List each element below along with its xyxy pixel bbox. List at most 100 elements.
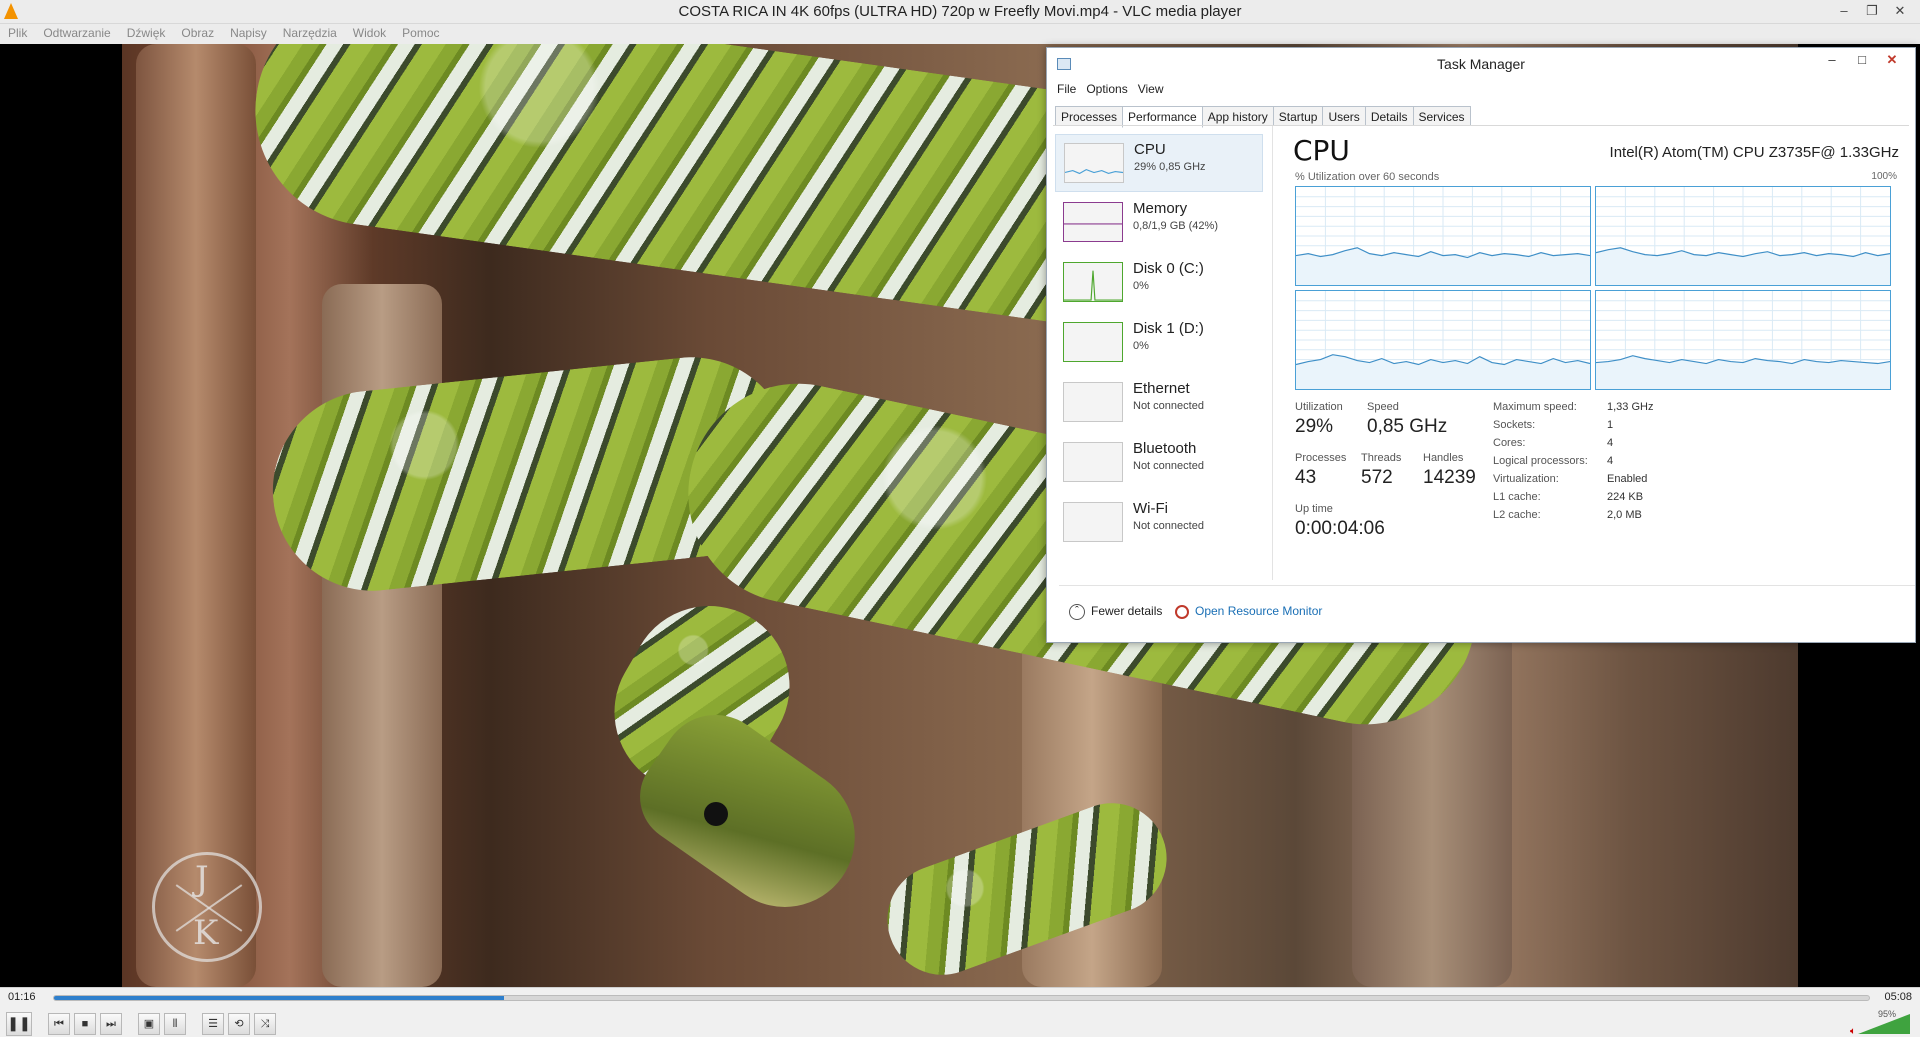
resource-name: Wi-Fi	[1133, 500, 1168, 517]
core-graph	[1595, 290, 1891, 390]
tm-maximize-icon[interactable]: □	[1849, 52, 1875, 72]
resource-name: Disk 1 (D:)	[1133, 320, 1204, 337]
resource-value: Not connected	[1133, 400, 1204, 412]
resource-disk-1[interactable]: Disk 1 (D:) 0%	[1055, 314, 1263, 372]
menu-widok[interactable]: Widok	[345, 24, 394, 40]
resource-ethernet[interactable]: Ethernet Not connected	[1055, 374, 1263, 432]
tab-processes[interactable]: Processes	[1055, 106, 1124, 126]
resource-bluetooth[interactable]: Bluetooth Not connected	[1055, 434, 1263, 492]
network-graph-icon	[1063, 502, 1123, 542]
core-graph	[1295, 186, 1591, 286]
resource-memory[interactable]: Memory 0,8/1,9 GB (42%)	[1055, 194, 1263, 252]
tab-services[interactable]: Services	[1412, 106, 1471, 126]
tm-title: Task Manager	[1437, 56, 1525, 72]
menu-pomoc[interactable]: Pomoc	[394, 24, 447, 40]
vlc-menubar: Plik Odtwarzanie Dźwięk Obraz Napisy Narzędzi…	[0, 24, 1920, 44]
menu-plik[interactable]: Plik	[0, 24, 35, 40]
tab-users[interactable]: Users	[1322, 106, 1366, 126]
network-graph-icon	[1063, 442, 1123, 482]
tab-startup[interactable]: Startup	[1272, 106, 1324, 126]
spec-l2-cache: L2 cache: 2,0 MB	[1493, 509, 1642, 521]
resource-name: CPU	[1134, 141, 1166, 158]
tm-menubar: File Options View	[1057, 82, 1174, 96]
task-manager-window: Task Manager – □ ✕ File Options View Proce…	[1046, 47, 1916, 643]
core-graph	[1295, 290, 1591, 390]
open-resource-monitor-link[interactable]: Open Resource Monitor	[1175, 604, 1322, 619]
spec-cores: Cores: 4	[1493, 437, 1614, 449]
tm-menu-view[interactable]: View	[1138, 82, 1164, 96]
vlc-titlebar: COSTA RICA IN 4K 60fps (ULTRA HD) 720p w…	[0, 0, 1920, 24]
tm-close-icon[interactable]: ✕	[1879, 52, 1905, 72]
resource-name: Memory	[1133, 200, 1188, 217]
resource-value: Not connected	[1133, 520, 1204, 532]
tm-minimize-icon[interactable]: –	[1819, 52, 1845, 72]
threads-label: Threads	[1361, 452, 1402, 464]
spec-logical-processors: Logical processors: 4	[1493, 455, 1614, 467]
resource-wifi[interactable]: Wi-Fi Not connected	[1055, 494, 1263, 552]
utilization-caption: % Utilization over 60 seconds	[1295, 171, 1440, 183]
disk-graph-icon	[1063, 322, 1123, 362]
resource-disk-0[interactable]: Disk 0 (C:) 0%	[1055, 254, 1263, 312]
seek-progress	[54, 996, 505, 1000]
tm-menu-file[interactable]: File	[1057, 82, 1076, 96]
fewer-details-button[interactable]: ˆ Fewer details	[1069, 604, 1162, 620]
volume-slider[interactable]: 95%	[1850, 1009, 1910, 1034]
watermark-logo: J K	[152, 852, 262, 962]
cpu-graph-icon	[1064, 143, 1124, 183]
uptime-label: Up time	[1295, 503, 1333, 515]
resource-monitor-icon	[1175, 604, 1189, 619]
window-title: COSTA RICA IN 4K 60fps (ULTRA HD) 720p w…	[678, 3, 1242, 20]
chevron-up-icon: ˆ	[1069, 604, 1085, 620]
tm-footer: ˆ Fewer details Open Resource Monitor	[1059, 585, 1915, 635]
resource-value: 0%	[1133, 340, 1149, 352]
menu-dzwiek[interactable]: Dźwięk	[119, 24, 174, 40]
extended-settings-button[interactable]: ⫴	[164, 1013, 186, 1035]
spec-max-speed: Maximum speed: 1,33 GHz	[1493, 401, 1654, 413]
resource-value: 0%	[1133, 280, 1149, 292]
utilization-label: Utilization	[1295, 401, 1343, 413]
spec-virtualization: Virtualization: Enabled	[1493, 473, 1648, 485]
fullscreen-button[interactable]: ▣	[138, 1013, 160, 1035]
memory-graph-icon	[1063, 202, 1123, 242]
menu-narzedzia[interactable]: Narzędzia	[275, 24, 345, 40]
tm-menu-options[interactable]: Options	[1086, 82, 1127, 96]
resource-value: 29% 0,85 GHz	[1134, 161, 1206, 173]
menu-odtwarzanie[interactable]: Odtwarzanie	[35, 24, 118, 40]
core-graph	[1595, 186, 1891, 286]
pause-button[interactable]: ❚❚	[6, 1012, 32, 1036]
close-icon[interactable]: ✕	[1886, 0, 1914, 22]
disk-graph-icon	[1063, 262, 1123, 302]
seek-bar[interactable]	[53, 995, 1870, 1001]
minimize-icon[interactable]: –	[1830, 0, 1858, 22]
restore-icon[interactable]: ❐	[1858, 0, 1886, 22]
tm-tabs: Processes Performance App history Startup Us…	[1055, 104, 1471, 128]
cpu-model: Intel(R) Atom(TM) CPU Z3735F@ 1.33GHz	[1609, 144, 1899, 161]
tab-details[interactable]: Details	[1364, 106, 1414, 126]
tab-app-history[interactable]: App history	[1201, 106, 1274, 126]
watermark-letter-k: K	[193, 913, 219, 953]
total-time: 05:08	[1884, 991, 1912, 1003]
playback-controls: 01:16 05:08 ❚❚ ⏮ ■ ⏭ ▣ ⫴ ☰ ⟲ ⤨ 🔈︎ 95%	[0, 987, 1920, 1037]
menu-napisy[interactable]: Napisy	[222, 24, 275, 40]
stop-button[interactable]: ■	[74, 1013, 96, 1035]
threads-value: 572	[1361, 467, 1393, 488]
spec-sockets: Sockets: 1	[1493, 419, 1614, 431]
resource-cpu[interactable]: CPU 29% 0,85 GHz	[1055, 134, 1263, 192]
menu-obraz[interactable]: Obraz	[173, 24, 222, 40]
resource-name: Ethernet	[1133, 380, 1190, 397]
detail-heading: CPU	[1293, 134, 1350, 167]
playlist-button[interactable]: ☰	[202, 1013, 224, 1035]
speed-label: Speed	[1367, 401, 1399, 413]
snake-eye	[704, 802, 728, 826]
tm-titlebar: Task Manager – □ ✕	[1047, 48, 1915, 80]
handles-label: Handles	[1423, 452, 1464, 464]
loop-button[interactable]: ⟲	[228, 1013, 250, 1035]
tm-performance-panel: CPU 29% 0,85 GHz Memory 0,8/1,9 GB (42%)…	[1053, 125, 1915, 637]
utilization-value: 29%	[1295, 416, 1334, 437]
previous-button[interactable]: ⏮	[48, 1013, 70, 1035]
utilization-max: 100%	[1871, 171, 1897, 182]
handles-value: 14239	[1423, 467, 1476, 488]
next-button[interactable]: ⏭	[100, 1013, 122, 1035]
watermark-letter-j: J	[195, 859, 209, 899]
shuffle-button[interactable]: ⤨	[254, 1013, 276, 1035]
